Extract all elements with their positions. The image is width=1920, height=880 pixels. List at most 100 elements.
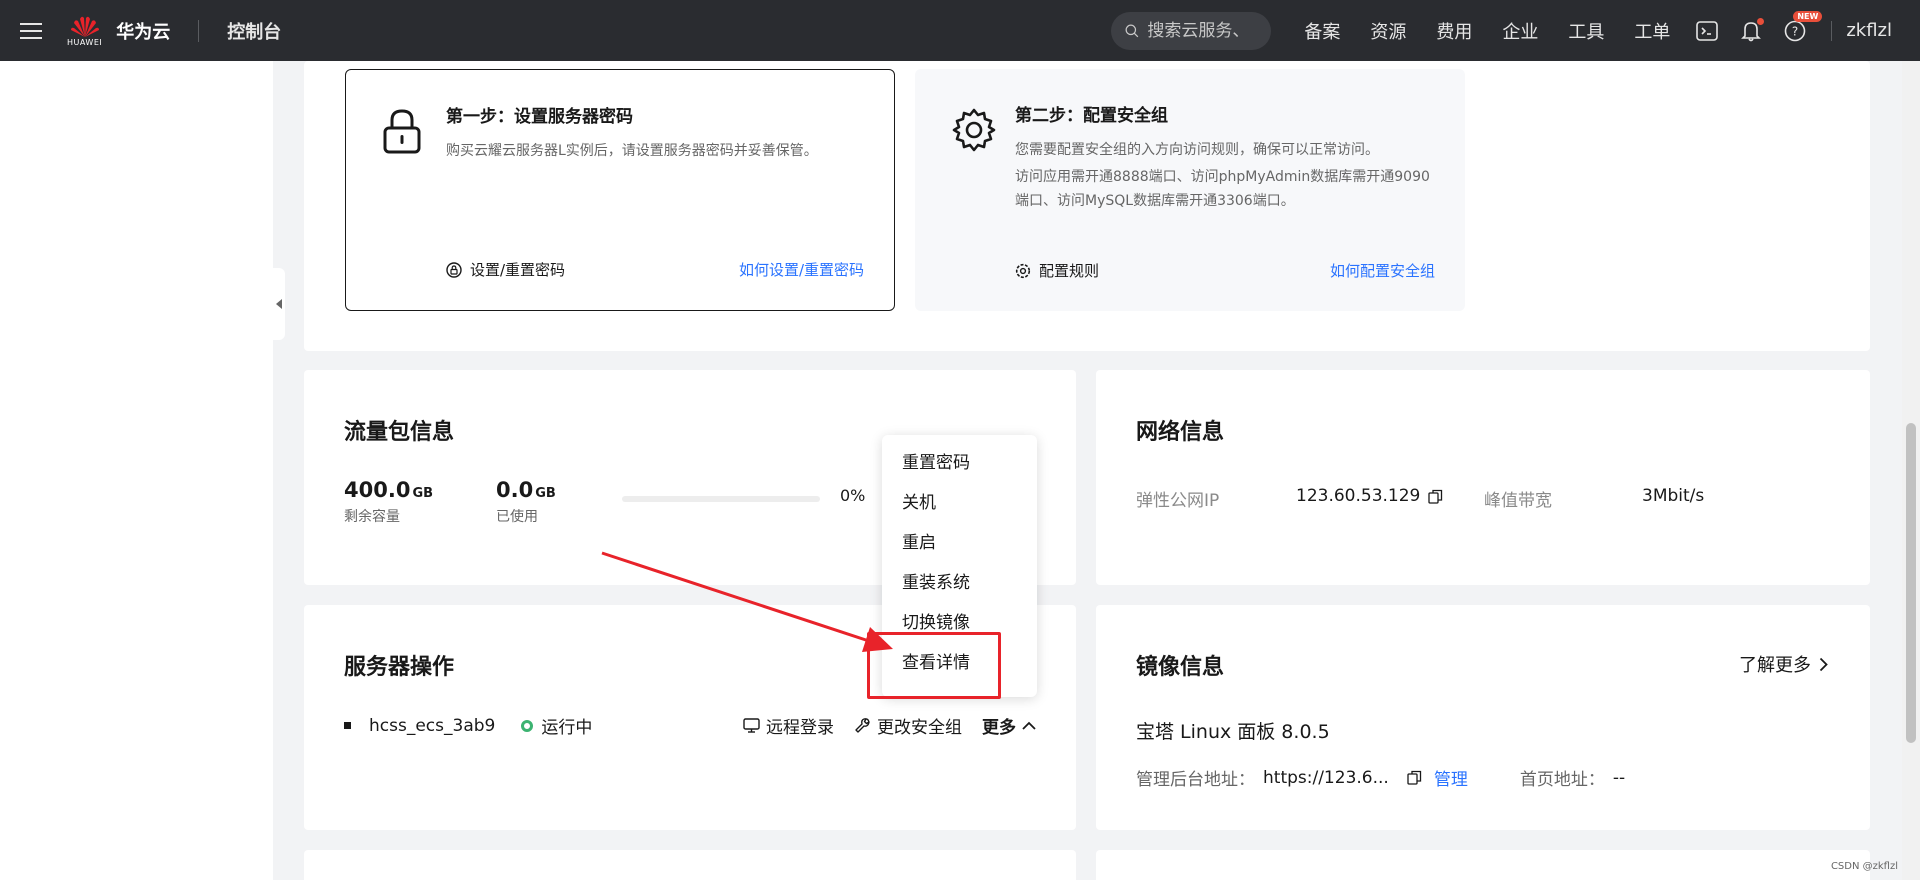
step-two-footer: 配置规则 如何配置安全组 — [1015, 260, 1435, 281]
lock-icon — [382, 108, 422, 158]
lock-circle-icon — [446, 261, 462, 278]
console-title[interactable]: 控制台 — [227, 18, 281, 44]
logo-small-text: HUAWEI — [67, 37, 103, 47]
copy-icon[interactable] — [1428, 489, 1443, 504]
running-status-icon — [521, 719, 534, 732]
menu-item-reset-password[interactable]: 重置密码 — [882, 443, 1037, 483]
set-password-action[interactable]: 设置/重置密码 — [446, 259, 565, 280]
step-one-title: 第一步：设置服务器密码 — [446, 107, 633, 127]
help-icon[interactable]: ? NEW — [1782, 10, 1823, 44]
usage-progress-bar — [622, 496, 820, 502]
search-icon — [1125, 24, 1139, 37]
scrollbar-thumb[interactable] — [1906, 423, 1916, 743]
watermark: CSDN @zkflzl — [1830, 861, 1898, 872]
search-input[interactable] — [1147, 20, 1258, 41]
public-ip-text: 123.60.53.129 — [1296, 486, 1421, 506]
change-security-group-button[interactable]: 更改安全组 — [854, 713, 962, 738]
gear-icon — [951, 107, 997, 157]
home-address-value: -- — [1612, 767, 1626, 788]
step-two-title: 第二步：配置安全组 — [1015, 106, 1168, 126]
server-ops-title: 服务器操作 — [344, 655, 455, 680]
svg-text:?: ? — [1792, 24, 1798, 38]
top-navigation-bar: HUAWEI 华为云 控制台 备案 资源 费用 企业 工具 工单 ? NEW z… — [0, 0, 1920, 61]
configure-rules-label: 配置规则 — [1039, 262, 1100, 280]
network-title: 网络信息 — [1136, 420, 1225, 445]
image-name: 宝塔 Linux 面板 8.0.5 — [1136, 721, 1330, 743]
step-two-box[interactable]: 第二步：配置安全组 您需要配置安全组的入方向访问规则，确保可以正常访问。 访问应… — [915, 69, 1465, 311]
more-dropdown-button[interactable]: 更多 — [982, 713, 1036, 738]
configure-rules-action[interactable]: 配置规则 — [1015, 260, 1099, 281]
collapse-sidebar-handle[interactable] — [273, 268, 285, 340]
how-to-configure-security-group-link[interactable]: 如何配置安全组 — [1330, 260, 1435, 281]
used-value: 0.0 — [496, 478, 534, 502]
nav-tools[interactable]: 工具 — [1568, 18, 1604, 44]
remaining-label: 剩余容量 — [344, 509, 400, 525]
set-password-label: 设置/重置密码 — [470, 261, 566, 279]
used-capacity: 0.0 GB 已使用 — [496, 478, 556, 526]
nav-beian[interactable]: 备案 — [1304, 18, 1340, 44]
bandwidth-value: 3Mbit/s — [1642, 486, 1705, 506]
more-label: 更多 — [982, 718, 1016, 738]
left-blank-panel — [0, 61, 273, 880]
topbar-divider — [198, 19, 200, 42]
notification-dot — [1757, 17, 1765, 25]
nav-resources[interactable]: 资源 — [1370, 18, 1406, 44]
nav-tickets[interactable]: 工单 — [1634, 18, 1670, 44]
setup-steps-card: 第一步：设置服务器密码 购买云耀云服务器L实例后，请设置服务器密码并妥善保管。 … — [304, 61, 1870, 351]
menu-item-view-details[interactable]: 查看详情 — [882, 643, 1037, 683]
server-ops: 远程登录 更改安全组 更多 — [743, 713, 1036, 738]
network-info-card: 网络信息 弹性公网IP 123.60.53.129 峰值带宽 3Mbit/s — [1096, 370, 1870, 585]
server-name[interactable]: hcss_ecs_3ab9 — [369, 716, 495, 736]
learn-more-label: 了解更多 — [1739, 655, 1811, 676]
menu-item-shutdown[interactable]: 关机 — [882, 483, 1037, 523]
server-row: hcss_ecs_3ab9 运行中 远程登录 更改安全组 更多 — [344, 713, 1036, 738]
step-one-box[interactable]: 第一步：设置服务器密码 购买云耀云服务器L实例后，请设置服务器密码并妥善保管。 … — [345, 69, 895, 311]
cloud-shell-icon[interactable] — [1694, 18, 1720, 44]
chevron-up-icon — [1022, 721, 1036, 730]
topbar-divider-right — [1831, 20, 1833, 41]
menu-item-reinstall-os[interactable]: 重装系统 — [882, 563, 1037, 603]
bandwidth-label: 峰值带宽 — [1484, 491, 1552, 511]
image-title: 镜像信息 — [1136, 655, 1225, 680]
nav-billing[interactable]: 费用 — [1436, 18, 1472, 44]
admin-address-value: https://123.6... — [1263, 767, 1389, 788]
search-box[interactable] — [1111, 11, 1272, 50]
hamburger-menu-icon[interactable] — [0, 0, 61, 61]
used-label: 已使用 — [496, 509, 538, 525]
remaining-capacity: 400.0 GB 剩余容量 — [344, 478, 433, 526]
server-status-text: 运行中 — [541, 718, 593, 738]
bottom-card-left — [304, 850, 1076, 880]
used-unit: GB — [535, 486, 556, 501]
step-two-desc-2: 访问应用需开通8888端口、访问phpMyAdmin数据库需开通9090端口、访… — [1015, 169, 1430, 209]
page-scrollbar[interactable] — [1902, 61, 1920, 880]
bell-icon[interactable] — [1738, 17, 1765, 44]
how-to-set-password-link[interactable]: 如何设置/重置密码 — [739, 259, 864, 280]
small-gear-icon — [1015, 263, 1031, 278]
menu-item-restart[interactable]: 重启 — [882, 523, 1037, 563]
nav-enterprise[interactable]: 企业 — [1502, 18, 1538, 44]
copy-icon[interactable] — [1407, 770, 1422, 785]
traffic-title: 流量包信息 — [344, 420, 455, 445]
brand-name: 华为云 — [116, 21, 171, 43]
remaining-value: 400.0 — [344, 478, 411, 502]
image-meta-row: 管理后台地址： https://123.6... 管理 首页地址： -- — [1136, 765, 1626, 791]
manage-link[interactable]: 管理 — [1434, 765, 1468, 790]
public-ip-label: 弹性公网IP — [1136, 491, 1220, 511]
monitor-icon — [743, 718, 760, 733]
caret-left-icon — [276, 299, 282, 309]
remote-login-button[interactable]: 远程登录 — [743, 713, 834, 738]
public-ip-value: 123.60.53.129 — [1296, 486, 1443, 506]
huawei-flower-icon: HUAWEI — [67, 15, 102, 47]
menu-item-switch-image[interactable]: 切换镜像 — [882, 603, 1037, 643]
more-dropdown-menu: 重置密码 关机 重启 重装系统 切换镜像 查看详情 — [882, 435, 1037, 697]
wrench-icon — [855, 718, 870, 733]
admin-address-label: 管理后台地址： — [1136, 770, 1255, 790]
user-account[interactable]: zkflzl — [1846, 20, 1892, 41]
learn-more-link[interactable]: 了解更多 — [1739, 651, 1828, 677]
huawei-cloud-logo[interactable]: HUAWEI 华为云 — [67, 15, 170, 47]
change-security-group-label: 更改安全组 — [877, 718, 962, 738]
usage-percent: 0% — [840, 486, 866, 505]
home-address-label: 首页地址： — [1519, 770, 1605, 790]
new-badge: NEW — [1793, 10, 1823, 22]
remote-login-label: 远程登录 — [766, 718, 834, 738]
